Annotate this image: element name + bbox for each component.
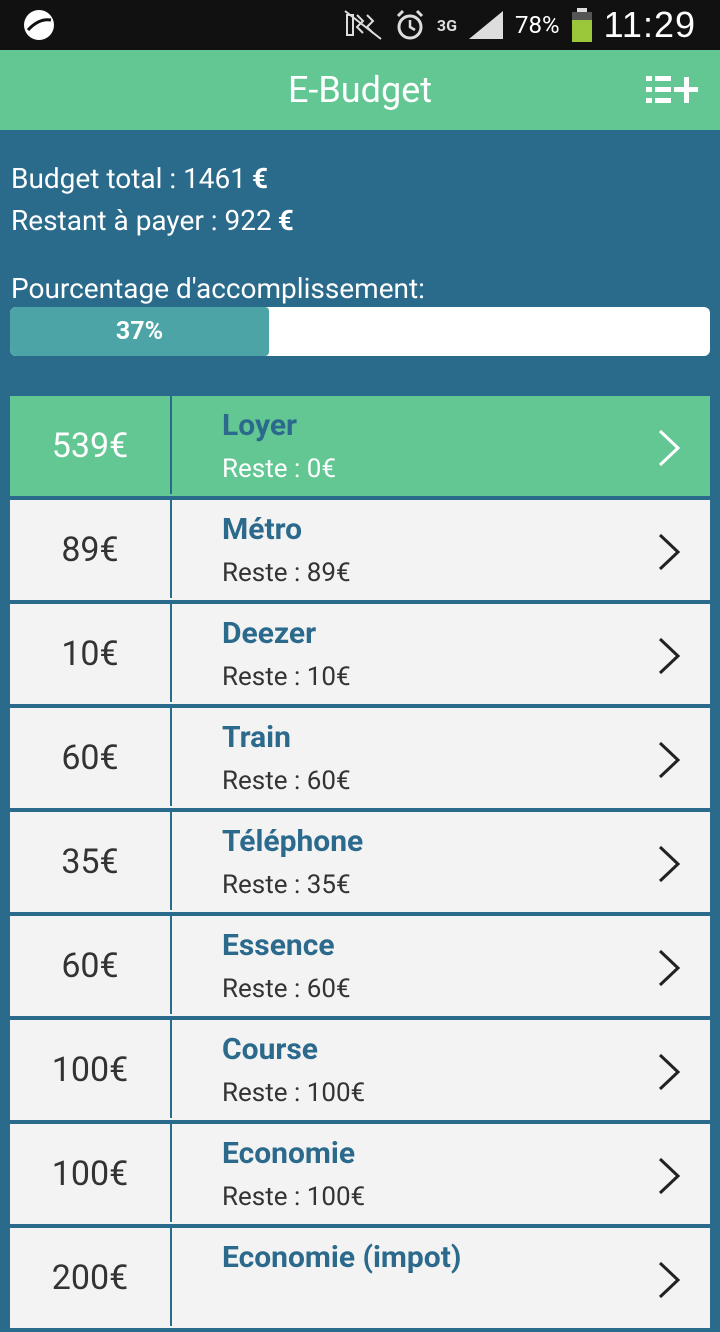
item-remaining: Reste : 100€ <box>222 1182 366 1212</box>
item-amount: 10€ <box>61 634 119 674</box>
row-divider <box>170 500 172 598</box>
row-divider <box>170 916 172 1014</box>
budget-item-row[interactable]: 60€ Train Reste : 60€ <box>10 708 710 808</box>
app-notification-icon <box>24 10 54 40</box>
action-bar: E-Budget <box>0 50 720 130</box>
item-name: Course <box>222 1032 318 1067</box>
item-remaining: Reste : 10€ <box>222 662 351 692</box>
item-name: Deezer <box>222 616 317 651</box>
item-remaining: Reste : 89€ <box>222 558 351 588</box>
chevron-right-icon[interactable] <box>656 844 682 884</box>
item-amount: 539€ <box>51 426 129 466</box>
clock: 11:29 <box>603 4 696 45</box>
mute-vibrate-icon <box>344 10 382 40</box>
battery-icon <box>571 8 592 42</box>
chevron-right-icon[interactable] <box>656 636 682 676</box>
item-amount: 89€ <box>61 530 119 570</box>
budget-item-row[interactable]: 100€ Course Reste : 100€ <box>10 1020 710 1120</box>
row-divider <box>170 396 172 494</box>
item-remaining: Reste : 100€ <box>222 1078 366 1108</box>
budget-total: Budget total : 1461 € <box>11 158 294 200</box>
chevron-right-icon[interactable] <box>656 1260 682 1300</box>
currency-symbol: € <box>252 162 269 195</box>
budget-item-row[interactable]: 100€ Economie Reste : 100€ <box>10 1124 710 1224</box>
alarm-icon <box>396 9 423 40</box>
network-type: 3G <box>436 15 458 35</box>
add-item-icon[interactable] <box>646 74 698 106</box>
item-amount: 200€ <box>51 1258 129 1298</box>
item-name: Train <box>222 720 291 755</box>
chevron-right-icon[interactable] <box>656 948 682 988</box>
chevron-right-icon[interactable] <box>656 1156 682 1196</box>
row-divider <box>170 812 172 910</box>
item-name: Métro <box>222 512 303 547</box>
item-amount: 60€ <box>61 738 119 778</box>
item-name: Loyer <box>222 408 298 443</box>
item-name: Economie (impot) <box>222 1240 462 1275</box>
row-divider <box>170 1020 172 1118</box>
progress-label: Pourcentage d'accomplissement: <box>11 272 425 305</box>
row-divider <box>170 1228 172 1326</box>
item-name: Essence <box>222 928 335 963</box>
signal-icon <box>469 11 504 39</box>
item-name: Economie <box>222 1136 356 1171</box>
chevron-right-icon[interactable] <box>656 532 682 572</box>
budget-list: 539€ Loyer Reste : 0€ 89€ Métro Reste : 89€ 10… <box>10 396 710 1332</box>
item-remaining: Reste : 0€ <box>222 454 336 484</box>
item-amount: 60€ <box>61 946 119 986</box>
budget-item-row[interactable]: 60€ Essence Reste : 60€ <box>10 916 710 1016</box>
progress-bar: 37% <box>10 307 710 356</box>
budget-item-row[interactable]: 200€ Economie (impot) <box>10 1228 710 1328</box>
app-title: E-Budget <box>287 69 433 111</box>
item-name: Téléphone <box>222 824 364 859</box>
remaining-to-pay: Restant à payer : 922 € <box>11 200 294 242</box>
row-divider <box>170 1124 172 1222</box>
budget-item-row[interactable]: 35€ Téléphone Reste : 35€ <box>10 812 710 912</box>
battery-percent: 78% <box>515 11 560 39</box>
item-amount: 35€ <box>61 842 119 882</box>
item-amount: 100€ <box>51 1154 129 1194</box>
chevron-right-icon[interactable] <box>656 740 682 780</box>
chevron-right-icon[interactable] <box>656 1052 682 1092</box>
budget-item-row[interactable]: 10€ Deezer Reste : 10€ <box>10 604 710 704</box>
currency-symbol: € <box>277 204 294 237</box>
status-bar: 3G 78% 11:29 <box>0 0 720 50</box>
remaining-text: Restant à payer : 922 <box>11 204 272 237</box>
item-remaining: Reste : 60€ <box>222 766 351 796</box>
item-amount: 100€ <box>51 1050 129 1090</box>
progress-text: 37% <box>115 317 164 346</box>
budget-item-row[interactable]: 89€ Métro Reste : 89€ <box>10 500 710 600</box>
budget-item-row[interactable]: 539€ Loyer Reste : 0€ <box>10 396 710 496</box>
budget-total-text: Budget total : 1461 <box>11 162 247 195</box>
item-remaining: Reste : 60€ <box>222 974 351 1004</box>
budget-summary: Budget total : 1461 € Restant à payer : 9… <box>11 158 294 242</box>
row-divider <box>170 708 172 806</box>
item-remaining: Reste : 35€ <box>222 870 351 900</box>
chevron-right-icon[interactable] <box>656 428 682 468</box>
row-divider <box>170 604 172 702</box>
